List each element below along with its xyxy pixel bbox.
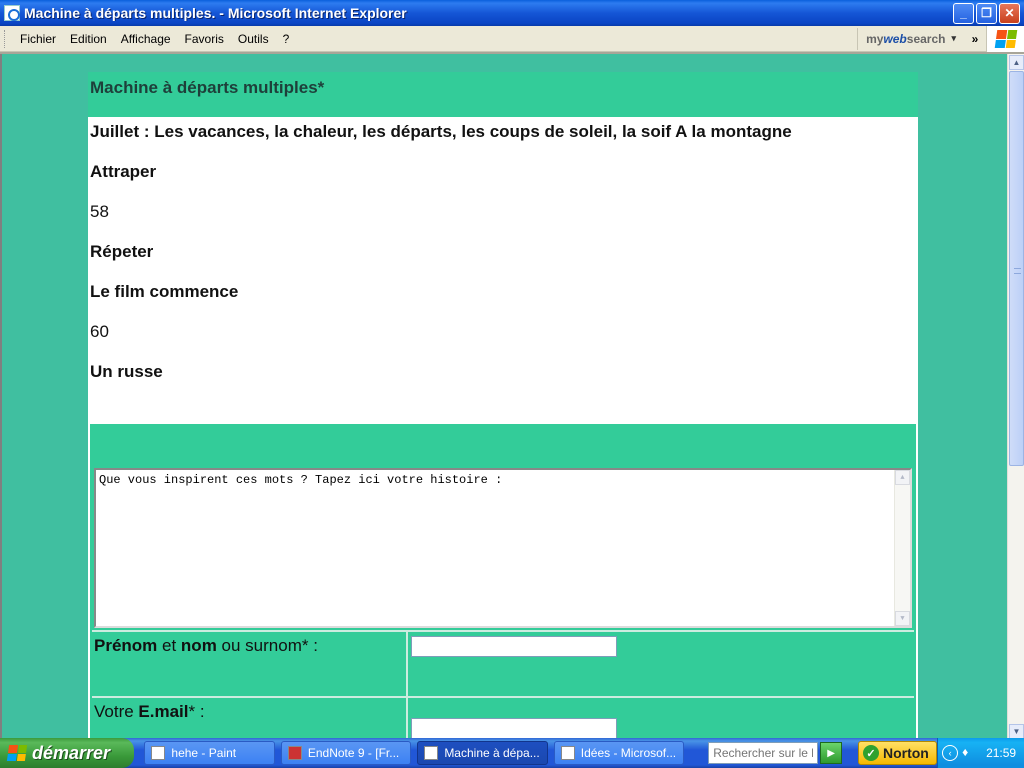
email-row: Votre E.mail* : [92,696,914,738]
number-58: 58 [90,202,109,221]
mywebsearch-search: search [906,31,946,46]
menu-edition[interactable]: Edition [63,32,114,46]
start-button[interactable]: démarrer [0,738,135,768]
label-nom: nom [180,636,217,655]
close-button[interactable]: ✕ [999,2,1020,24]
ie-icon [4,5,20,21]
scroll-down-icon[interactable]: ▼ [895,611,910,626]
vertical-scrollbar[interactable]: ▲ ▼ [1007,54,1024,738]
windows-logo-icon [986,25,1024,52]
clock[interactable]: 21:59 [986,746,1016,760]
task-endnote[interactable]: EndNote 9 - [Fr... [280,741,412,765]
norton-button[interactable]: ✓ Norton [857,741,938,765]
task-label: EndNote 9 - [Fr... [307,746,400,760]
page-content: Machine à départs multiples* Juillet : L… [88,72,918,738]
thumb-grip [1014,268,1021,274]
menu-favoris[interactable]: Favoris [178,32,231,46]
network-icon[interactable]: ♦ [962,745,978,761]
window-title: Machine à départs multiples. - Microsoft… [24,5,407,21]
phrase-un-russe: Un russe [90,362,163,381]
task-ie[interactable]: Machine à dépa... [417,741,548,765]
start-label: démarrer [32,742,111,763]
mywebsearch-button[interactable]: my web search ▾ [857,27,964,50]
viewport-edge [0,54,2,738]
label-et: et [157,636,181,655]
scroll-up-icon[interactable]: ▲ [895,470,910,485]
task-label: Idées - Microsof... [580,746,677,760]
taskbar: démarrer hehe - Paint EndNote 9 - [Fr...… [0,738,1024,768]
form-header-band [92,424,914,466]
header-band: Machine à départs multiples* [88,72,918,117]
task-label: Machine à dépa... [444,746,540,760]
label-votre: Votre [94,702,139,721]
story-form: Que vous inspirent ces mots ? Tapez ici … [90,424,916,738]
system-tray: ‹ ♦ 21:59 [937,738,1024,768]
tray-expand-icon[interactable]: ‹ [942,745,959,761]
paint-icon [151,746,166,760]
label-email-required: * : [188,702,205,721]
story-textarea[interactable]: Que vous inspirent ces mots ? Tapez ici … [94,468,912,628]
number-60: 60 [90,322,109,341]
window-titlebar[interactable]: Machine à départs multiples. - Microsoft… [0,0,1024,26]
menu-fichier[interactable]: Fichier [13,32,63,46]
menu-outils[interactable]: Outils [231,32,276,46]
windows-logo-icon [6,745,28,761]
task-word[interactable]: Idées - Microsof... [553,741,685,765]
page-title: Machine à départs multiples* [90,78,325,97]
textarea-scrollbar[interactable]: ▲ ▼ [894,470,910,626]
browser-viewport[interactable]: Machine à départs multiples* Juillet : L… [0,52,1024,738]
scrollbar-thumb[interactable] [1009,71,1024,466]
name-label: Prénom et nom ou surnom* : [92,632,408,696]
menu-help[interactable]: ? [276,32,297,46]
menu-affichage[interactable]: Affichage [114,32,178,46]
maximize-button[interactable]: ❐ [976,2,997,24]
dropdown-arrow-icon[interactable]: ▾ [951,33,956,44]
checkmark-icon: ✓ [862,745,879,761]
name-input[interactable] [411,636,617,657]
scroll-down-icon[interactable]: ▼ [1009,724,1024,738]
word-repeter: Répeter [90,242,154,261]
desktop-search-input[interactable] [708,742,819,764]
scroll-up-icon[interactable]: ▲ [1009,55,1024,70]
story-text: Que vous inspirent ces mots ? Tapez ici … [99,473,503,487]
ie-icon [424,746,439,760]
toolbar-grip[interactable] [4,29,7,48]
email-label: Votre E.mail* : [92,698,408,738]
task-paint[interactable]: hehe - Paint [144,741,275,765]
minimize-button[interactable]: _ [953,2,974,24]
norton-label: Norton [882,745,929,761]
word-attraper: Attraper [90,162,157,181]
task-label: hehe - Paint [171,746,237,760]
mywebsearch-web: web [883,31,907,46]
menu-bar: Fichier Edition Affichage Favoris Outils… [0,25,1024,52]
name-row: Prénom et nom ou surnom* : [92,630,914,696]
endnote-icon [287,746,302,760]
mywebsearch-my: my [866,31,884,46]
search-go-icon[interactable]: ▶ [820,742,842,764]
word-icon [560,746,575,760]
label-surnom: ou surnom* : [216,636,318,655]
label-email: E.mail [138,702,189,721]
email-input[interactable] [411,718,617,738]
toolbar-chevron-icon[interactable]: » [964,32,986,46]
phrase-film-commence: Le film commence [90,282,239,301]
words-line: Juillet : Les vacances, la chaleur, les … [90,122,792,141]
label-prenom: Prénom [94,636,158,655]
